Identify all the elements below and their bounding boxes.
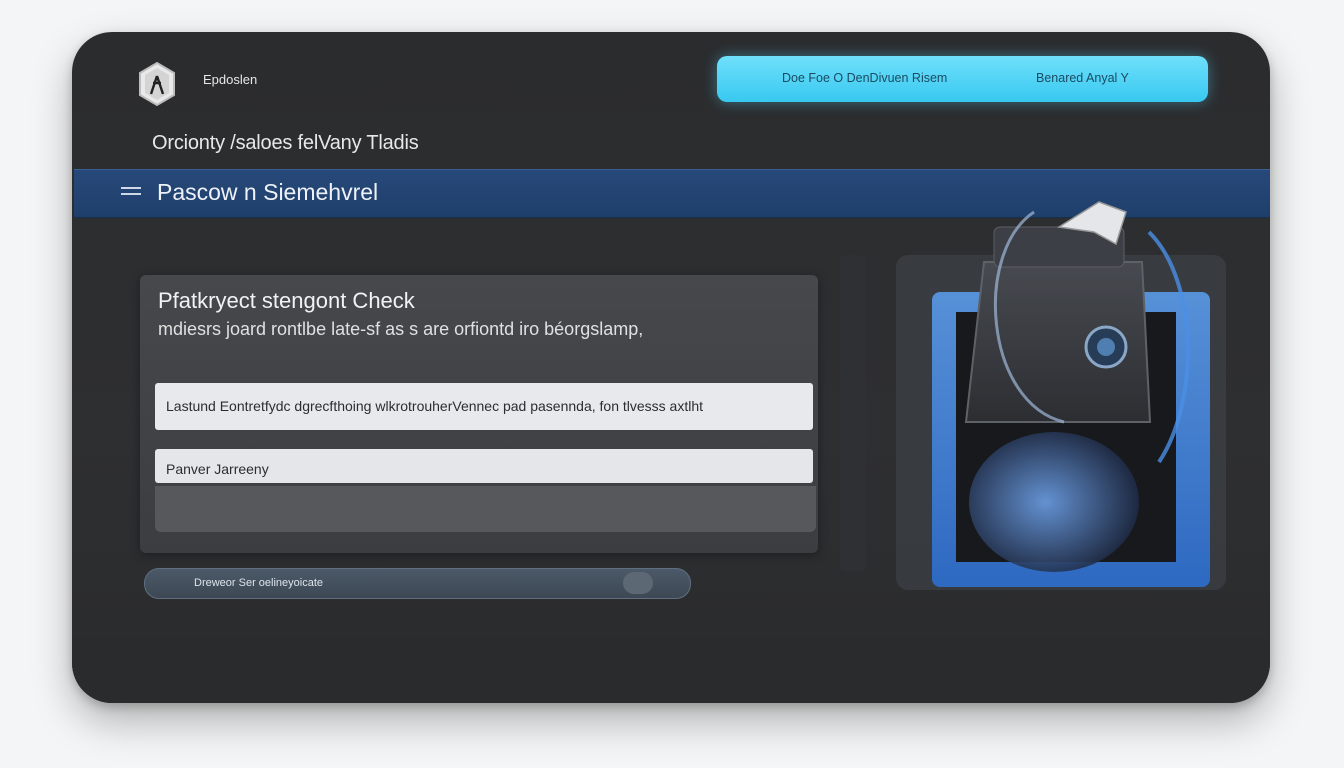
text-field-secondary[interactable]: Panver Jarreeny [155, 449, 813, 483]
text-field-primary-value: Lastund Eontretfydc dgrecfthoing wlkrotr… [166, 398, 704, 414]
illustration-face [969, 432, 1139, 572]
panel-title: Pfatkryect stengont Check [158, 288, 415, 313]
panel-divider [840, 255, 866, 571]
toggle-label: Dreweor Ser oelineyoicate [194, 577, 324, 589]
toggle-switch[interactable]: Dreweor Ser oelineyoicate [144, 568, 691, 599]
text-field-secondary-value: Panver Jarreeny [166, 461, 269, 477]
panel-description: mdiesrs joard rontlbe late-sf as s are o… [158, 319, 644, 339]
hexagon-logo-icon[interactable] [138, 61, 176, 107]
device-illustration [896, 201, 1226, 590]
top-bar-left-link[interactable]: Doe Foe O DenDivuen Risem [782, 71, 947, 85]
page-subtitle: Orcionty /saloes felVany Tladis [152, 132, 419, 154]
bottom-strip [72, 638, 1270, 703]
check-panel: Pfatkryect stengont Check mdiesrs joard … [140, 275, 818, 553]
text-field-primary[interactable]: Lastund Eontretfydc dgrecfthoing wlkrotr… [155, 383, 813, 430]
nav-title: Pascow n Siemehvrel [157, 179, 379, 205]
illustration-lens-core [1097, 338, 1115, 356]
app-window: Epdoslen Doe Foe O DenDivuen Risem Benar… [72, 32, 1270, 703]
top-action-bar[interactable]: Doe Foe O DenDivuen Risem Benared Anyal … [717, 56, 1208, 102]
top-bar-right-link[interactable]: Benared Anyal Y [1036, 71, 1129, 85]
text-area-empty[interactable] [155, 486, 816, 532]
hamburger-menu-icon[interactable] [121, 187, 141, 199]
brand-name: Epdoslen [203, 72, 258, 87]
toggle-knob[interactable] [623, 572, 653, 594]
